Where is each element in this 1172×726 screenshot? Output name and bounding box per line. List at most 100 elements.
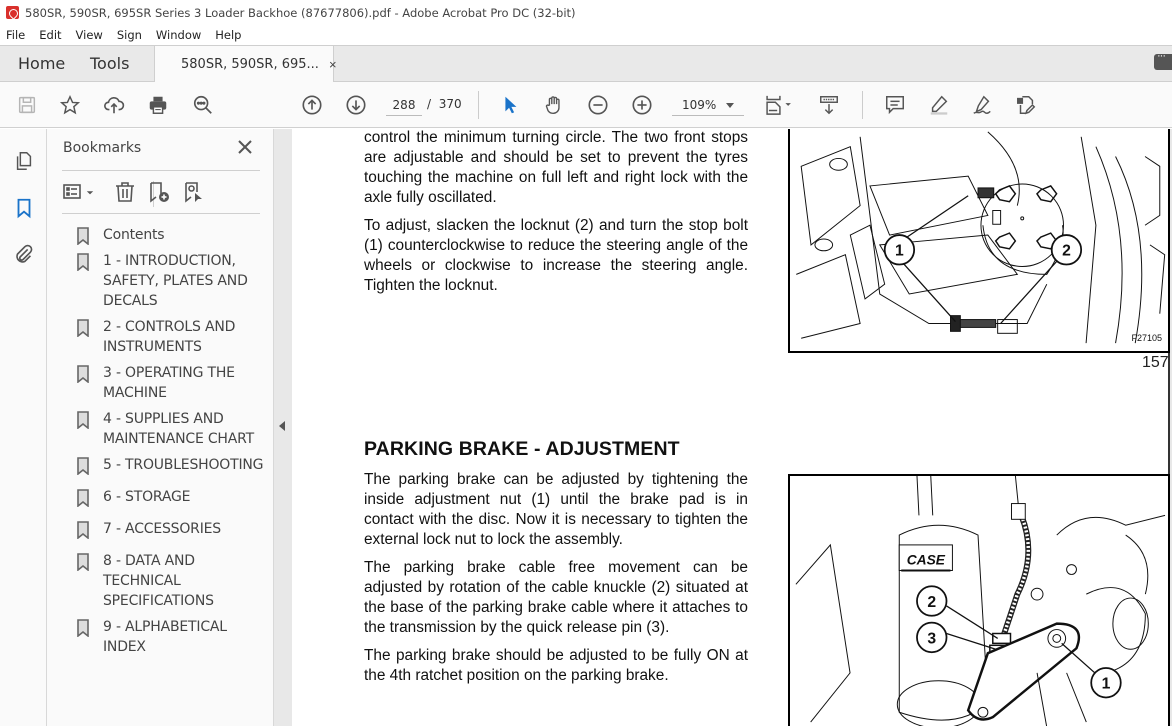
bookmark-label: 1 - INTRODUCTION, SAFETY, PLATES AND DEC… (103, 253, 248, 309)
bookmark-label: 7 - ACCESSORIES (103, 521, 221, 537)
bookmark-from-selection-icon[interactable] (182, 178, 206, 206)
section-heading: PARKING BRAKE - ADJUSTMENT (364, 438, 680, 460)
bookmark-item[interactable]: 3 - OPERATING THE MACHINE (77, 363, 272, 403)
paragraph: The parking brake can be adjusted by tig… (364, 471, 748, 548)
print-icon[interactable] (146, 93, 170, 117)
bookmark-item-icon (77, 411, 89, 429)
bookmark-item[interactable]: 5 - TROUBLESHOOTING (77, 455, 272, 475)
bookmark-item[interactable]: 9 - ALPHABETICAL INDEX (77, 617, 272, 657)
paragraph: To adjust, slacken the locknut (2) and t… (364, 217, 748, 294)
menu-edit[interactable]: Edit (39, 28, 61, 42)
callout-1: 1 (1102, 676, 1111, 693)
bookmark-list: Contents 1 - INTRODUCTION, SAFETY, PLATE… (77, 225, 272, 663)
new-bookmark-icon[interactable] (147, 178, 171, 206)
page-total-value: 370 (438, 97, 462, 111)
collapse-panel-arrow[interactable] (279, 421, 285, 431)
menu-sign[interactable]: Sign (117, 28, 142, 42)
title-bar: 580SR, 590SR, 695SR Series 3 Loader Back… (0, 0, 1172, 25)
save-icon[interactable] (15, 93, 39, 117)
delete-icon[interactable] (113, 178, 137, 206)
bookmark-item-icon (77, 227, 89, 245)
tab-tools[interactable]: Tools (90, 46, 129, 82)
menu-window[interactable]: Window (156, 28, 201, 42)
bookmark-item-icon (77, 489, 89, 507)
bookmark-label: 8 - DATA AND TECHNICAL SPECIFICATIONS (103, 553, 214, 609)
case-brand-label: CASE (907, 553, 946, 568)
close-tab-icon[interactable]: × (329, 57, 337, 72)
panel-divider (62, 213, 260, 214)
bookmark-label: 6 - STORAGE (103, 489, 191, 505)
bookmark-item-icon (77, 619, 89, 637)
zoom-in-icon[interactable] (630, 93, 654, 117)
bookmark-item[interactable]: Contents (77, 225, 272, 245)
bookmark-item[interactable]: 4 - SUPPLIES AND MAINTENANCE CHART (77, 409, 272, 449)
zoom-level-value: 109% (682, 98, 717, 112)
bookmark-item-icon (77, 253, 89, 271)
bookmark-label: Contents (103, 227, 165, 243)
next-page-icon[interactable] (344, 93, 368, 117)
menu-bar: File Edit View Sign Window Help (0, 25, 1172, 45)
bookmark-icon[interactable] (13, 197, 35, 219)
zoom-level-dropdown[interactable]: 109% (672, 96, 744, 116)
options-menu-icon[interactable] (62, 178, 94, 206)
star-icon[interactable] (58, 93, 82, 117)
bookmark-item[interactable]: 6 - STORAGE (77, 487, 272, 507)
text-block: The parking brake can be adjusted by tig… (364, 470, 748, 694)
bookmark-item-icon (77, 521, 89, 539)
page-separator: / (427, 97, 432, 111)
page-number-input[interactable]: 288 (386, 96, 422, 116)
menu-view[interactable]: View (76, 28, 103, 42)
page-number: 157 (1142, 354, 1169, 371)
pages-icon[interactable] (13, 150, 35, 172)
figure-code: F27105 (1131, 333, 1162, 343)
chat-icon[interactable] (1154, 50, 1172, 70)
bookmark-label: 3 - OPERATING THE MACHINE (103, 365, 235, 401)
tab-home[interactable]: Home (18, 46, 65, 82)
fit-page-icon[interactable] (762, 93, 796, 117)
bookmark-item-icon (77, 457, 89, 475)
close-panel-icon[interactable] (235, 137, 255, 157)
search-zoom-icon[interactable] (191, 93, 215, 117)
edit-pdf-icon[interactable] (1014, 93, 1038, 117)
panel-divider (62, 170, 260, 171)
highlight-icon[interactable] (927, 93, 951, 117)
scroll-mode-icon[interactable] (817, 93, 841, 117)
navigation-rail (0, 129, 47, 726)
zoom-out-icon[interactable] (586, 93, 610, 117)
bookmark-item[interactable]: 1 - INTRODUCTION, SAFETY, PLATES AND DEC… (77, 251, 272, 311)
callout-3: 3 (927, 630, 936, 647)
previous-page-icon[interactable] (300, 93, 324, 117)
toolbar-divider (862, 91, 863, 119)
bookmark-item-icon (77, 365, 89, 383)
text-block: control the minimum turning circle. The … (364, 129, 748, 304)
sign-icon[interactable] (970, 93, 994, 117)
document-viewport[interactable]: control the minimum turning circle. The … (274, 129, 1172, 726)
bookmark-label: 5 - TROUBLESHOOTING (103, 457, 264, 473)
cloud-upload-icon[interactable] (102, 93, 126, 117)
attachment-icon[interactable] (13, 243, 35, 265)
bookmark-item-icon (77, 319, 89, 337)
tab-document[interactable]: 580SR, 590SR, 695... × (154, 45, 337, 83)
callout-2: 2 (1062, 243, 1071, 260)
bookmark-label: 9 - ALPHABETICAL INDEX (103, 619, 227, 655)
bookmark-item-icon (77, 553, 89, 571)
tab-bar: Home Tools 580SR, 590SR, 695... × (0, 45, 1172, 83)
panel-title: Bookmarks (63, 140, 142, 156)
parking-brake-figure: CASE 2 3 1 (788, 474, 1170, 726)
toolbar: 288 / 370 109% (0, 82, 1172, 128)
bookmark-item[interactable]: 8 - DATA AND TECHNICAL SPECIFICATIONS (77, 551, 272, 611)
bookmarks-panel: Bookmarks Contents 1 - INTRODUCTION, SAF… (47, 129, 274, 726)
bookmark-label: 2 - CONTROLS AND INSTRUMENTS (103, 319, 236, 355)
menu-file[interactable]: File (6, 28, 25, 42)
hand-icon[interactable] (542, 93, 566, 117)
select-cursor-icon[interactable] (498, 93, 522, 117)
menu-help[interactable]: Help (215, 28, 241, 42)
bookmark-item[interactable]: 2 - CONTROLS AND INSTRUMENTS (77, 317, 272, 357)
bookmark-item[interactable]: 7 - ACCESSORIES (77, 519, 272, 539)
comment-icon[interactable] (883, 93, 907, 117)
steering-stop-figure: 1 2 F27105 (788, 129, 1170, 353)
document-tab-label: 580SR, 590SR, 695... (181, 57, 319, 72)
paragraph: control the minimum turning circle. The … (364, 129, 748, 206)
paragraph: The parking brake should be adjusted to … (364, 647, 748, 684)
acrobat-icon (6, 6, 19, 19)
